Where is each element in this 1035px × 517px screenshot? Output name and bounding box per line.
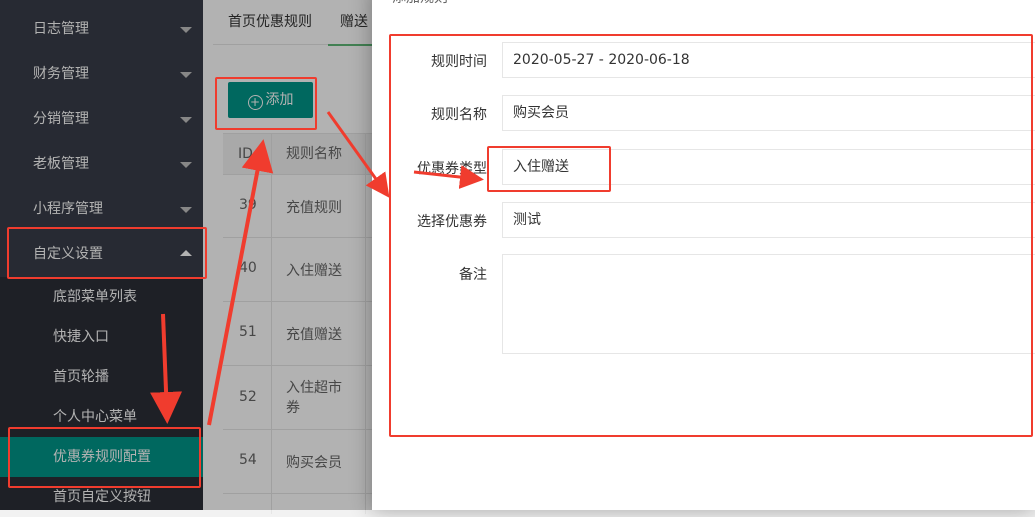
submenu-item-profile-menu[interactable]: 个人中心菜单 — [0, 397, 203, 437]
add-button-label: 添加 — [265, 92, 294, 108]
form-row-remark: 备注 — [388, 254, 1035, 356]
menu-item-label: 分销管理 — [33, 111, 89, 127]
add-button[interactable]: + 添加 — [228, 82, 313, 118]
add-rule-dialog: 添加规则 规则时间 2020-05-27 - 2020-06-18 规则名称 购… — [372, 0, 1035, 510]
cell-id: 54 — [239, 452, 257, 468]
chevron-down-icon — [180, 207, 192, 213]
submenu-custom-settings: 底部菜单列表 快捷入口 首页轮播 个人中心菜单 优惠券规则配置 首页自定义按钮 — [0, 277, 203, 510]
rule-time-input[interactable]: 2020-05-27 - 2020-06-18 — [502, 42, 1035, 78]
column-divider — [365, 134, 366, 514]
column-header-name: 规则名称 — [286, 146, 342, 162]
rule-name-input[interactable]: 购买会员 — [502, 95, 1035, 131]
coupon-type-label: 优惠券类型 — [417, 161, 487, 177]
submenu-item-shortcut[interactable]: 快捷入口 — [0, 317, 203, 357]
menu-item-boss-management[interactable]: 老板管理 — [0, 142, 203, 187]
column-divider — [271, 134, 272, 514]
submenu-item-bottom-menu[interactable]: 底部菜单列表 — [0, 277, 203, 317]
menu-item-label: 小程序管理 — [33, 201, 103, 217]
cell-name: 购买会员 — [286, 455, 342, 471]
menu-item-label: 老板管理 — [33, 156, 89, 172]
submenu-item-home-custom-button[interactable]: 首页自定义按钮 — [0, 477, 203, 517]
cell-id: 39 — [239, 197, 257, 213]
form-row-rule-name: 规则名称 购买会员 — [388, 95, 1035, 133]
chevron-down-icon — [180, 27, 192, 33]
plus-circle-icon: + — [247, 95, 263, 110]
cell-name: 入住赠送 — [286, 263, 342, 279]
remark-label: 备注 — [459, 267, 487, 283]
menu-item-label: 日志管理 — [33, 21, 89, 37]
tab-home-discount-rules[interactable]: 首页优惠规则 — [228, 0, 312, 44]
menu-item-label: 自定义设置 — [33, 246, 103, 262]
sidebar: 日志管理 财务管理 分销管理 老板管理 小程序管理 自定义设置 底部菜单列表 快… — [0, 0, 203, 510]
cell-id: 40 — [239, 260, 257, 276]
chevron-down-icon — [180, 162, 192, 168]
select-coupon-input[interactable]: 测试 — [502, 202, 1035, 238]
menu-item-log-management[interactable]: 日志管理 — [0, 7, 203, 52]
form-row-select-coupon: 选择优惠券 测试 — [388, 202, 1035, 240]
chevron-down-icon — [180, 72, 192, 78]
remark-textarea[interactable] — [502, 254, 1035, 354]
menu-item-custom-settings[interactable]: 自定义设置 — [0, 232, 203, 277]
rule-time-label: 规则时间 — [431, 54, 487, 70]
coupon-type-select[interactable]: 入住赠送 — [502, 149, 1035, 185]
form-row-rule-time: 规则时间 2020-05-27 - 2020-06-18 — [388, 42, 1035, 80]
cell-id: 51 — [239, 324, 257, 340]
cell-name: 充值赠送 — [286, 327, 342, 343]
column-header-id: ID — [238, 146, 253, 162]
submenu-item-home-carousel[interactable]: 首页轮播 — [0, 357, 203, 397]
dialog-title: 添加规则 — [392, 0, 448, 10]
cell-id: 52 — [239, 389, 257, 405]
cell-name: 入住超市券 — [286, 380, 342, 416]
menu-item-label: 财务管理 — [33, 66, 89, 82]
menu-item-finance-management[interactable]: 财务管理 — [0, 52, 203, 97]
submenu-item-coupon-rules[interactable]: 优惠券规则配置 — [0, 437, 203, 477]
menu-item-miniprogram-management[interactable]: 小程序管理 — [0, 187, 203, 232]
chevron-down-icon — [180, 117, 192, 123]
cell-name: 充值规则 — [286, 200, 342, 216]
select-coupon-label: 选择优惠券 — [417, 214, 487, 230]
menu-item-distribution-management[interactable]: 分销管理 — [0, 97, 203, 142]
form-row-coupon-type: 优惠券类型 入住赠送 — [388, 149, 1035, 187]
chevron-up-icon — [180, 250, 192, 256]
rule-name-label: 规则名称 — [431, 107, 487, 123]
